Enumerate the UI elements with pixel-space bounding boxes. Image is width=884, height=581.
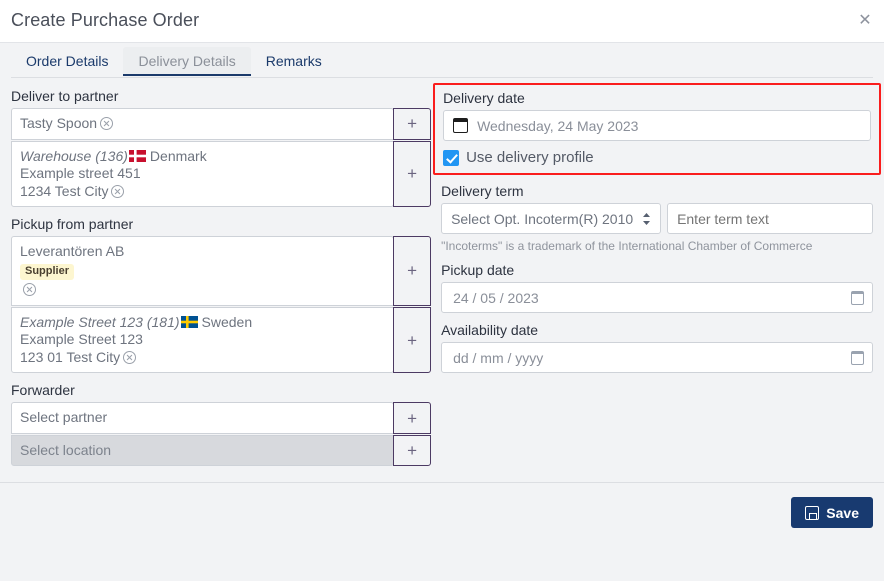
- deliver-to-location-city: 1234 Test City: [20, 182, 109, 199]
- page-title: Create Purchase Order: [11, 10, 200, 30]
- availability-date-group: Availability date dd / mm / yyyy: [441, 322, 873, 373]
- availability-date-label: Availability date: [441, 322, 539, 338]
- add-deliver-location-button[interactable]: +: [393, 140, 432, 207]
- left-column: Deliver to partner Tasty Spoon + Warehou…: [11, 88, 432, 475]
- delivery-term-group: Delivery term Select Opt. Incoterm(R) 20…: [441, 183, 873, 253]
- close-icon[interactable]: ✕: [855, 11, 875, 31]
- pickup-location-input[interactable]: Example Street 123 (181) Sweden Example S…: [11, 306, 395, 374]
- pickup-partner-row: Leverantören AB Supplier +: [11, 236, 432, 306]
- denmark-flag-icon: [128, 149, 146, 162]
- deliver-to-partner-value: Tasty Spoon: [20, 115, 98, 131]
- pickup-location-street: Example Street 123: [20, 331, 143, 348]
- sweden-flag-icon: [180, 315, 198, 328]
- pickup-location-title: Example Street 123 (181): [20, 313, 180, 330]
- delivery-term-label: Delivery term: [441, 183, 524, 199]
- modal-footer: Save: [0, 482, 884, 542]
- forwarder-location-input: Select location: [11, 434, 395, 467]
- save-button-label: Save: [826, 504, 859, 521]
- forwarder-partner-row: Select partner +: [11, 402, 432, 434]
- modal-header: Create Purchase Order ✕: [0, 0, 884, 43]
- right-column: Delivery date Wednesday, 24 May 2023 Use…: [433, 83, 881, 475]
- availability-date-input[interactable]: dd / mm / yyyy: [441, 342, 873, 373]
- pickup-date-input[interactable]: 24 / 05 / 2023: [441, 282, 873, 313]
- clear-icon[interactable]: [111, 184, 125, 198]
- add-deliver-partner-button[interactable]: +: [393, 108, 432, 140]
- delivery-date-input[interactable]: Wednesday, 24 May 2023: [443, 110, 871, 141]
- delivery-date-highlight: Delivery date Wednesday, 24 May 2023 Use…: [433, 83, 881, 175]
- availability-date-value: dd / mm / yyyy: [453, 349, 544, 366]
- tab-bar: Order Details Delivery Details Remarks: [0, 43, 884, 78]
- save-button[interactable]: Save: [791, 497, 873, 528]
- forwarder-location-row: Select location +: [11, 434, 432, 467]
- deliver-to-location-input[interactable]: Warehouse (136) Denmark Example street 45…: [11, 140, 395, 207]
- pickup-from-partner-group: Pickup from partner Leverantören AB Supp…: [11, 216, 432, 374]
- deliver-to-partner-group: Deliver to partner Tasty Spoon + Warehou…: [11, 88, 432, 207]
- pickup-partner-input[interactable]: Leverantören AB Supplier: [11, 236, 395, 306]
- modal-body: Deliver to partner Tasty Spoon + Warehou…: [0, 78, 884, 542]
- checkbox-check-icon: [443, 149, 460, 166]
- status-badge: Supplier: [20, 263, 75, 281]
- add-forwarder-partner-button[interactable]: +: [393, 402, 432, 434]
- delivery-date-label: Delivery date: [443, 90, 525, 106]
- add-pickup-partner-button[interactable]: +: [393, 236, 432, 306]
- pickup-date-label: Pickup date: [441, 262, 515, 278]
- tab-delivery-details[interactable]: Delivery Details: [123, 47, 251, 76]
- deliver-to-location-row: Warehouse (136) Denmark Example street 45…: [11, 140, 432, 207]
- clear-icon[interactable]: [100, 117, 114, 130]
- pickup-partner-value: Leverantören AB: [20, 243, 125, 259]
- pickup-from-partner-label: Pickup from partner: [11, 216, 134, 232]
- delivery-date-value: Wednesday, 24 May 2023: [477, 117, 639, 134]
- term-text-input[interactable]: [667, 203, 873, 234]
- use-delivery-profile-checkbox[interactable]: Use delivery profile: [443, 149, 871, 166]
- deliver-to-location-street: Example street 451: [20, 165, 141, 181]
- pickup-location-row: Example Street 123 (181) Sweden Example S…: [11, 306, 432, 374]
- clear-icon[interactable]: [123, 350, 137, 364]
- deliver-to-partner-label: Deliver to partner: [11, 88, 119, 104]
- deliver-to-location-country: Denmark: [149, 147, 207, 164]
- calendar-icon[interactable]: [851, 290, 864, 305]
- forwarder-group: Forwarder Select partner + Select locati…: [11, 382, 432, 467]
- clear-icon[interactable]: [23, 283, 36, 297]
- pickup-location-city: 123 01 Test City: [20, 348, 121, 365]
- chevron-updown-icon: [642, 212, 651, 226]
- incoterms-trademark-note: "Incoterms" is a trademark of the Intern…: [441, 239, 813, 253]
- add-forwarder-location-button[interactable]: +: [393, 434, 432, 467]
- deliver-to-location-title: Warehouse (136): [20, 147, 128, 164]
- tab-order-details[interactable]: Order Details: [11, 47, 123, 76]
- deliver-to-partner-row: Tasty Spoon +: [11, 108, 432, 140]
- pickup-date-value: 24 / 05 / 2023: [453, 289, 539, 306]
- incoterm-select-value: Select Opt. Incoterm(R) 2010: [451, 210, 634, 227]
- pickup-location-country: Sweden: [201, 313, 253, 330]
- tab-remarks[interactable]: Remarks: [251, 47, 337, 76]
- pickup-date-group: Pickup date 24 / 05 / 2023: [441, 262, 873, 313]
- incoterm-select[interactable]: Select Opt. Incoterm(R) 2010: [441, 203, 662, 234]
- use-delivery-profile-label: Use delivery profile: [466, 149, 594, 166]
- calendar-icon: [453, 118, 469, 133]
- calendar-icon[interactable]: [851, 350, 864, 365]
- add-pickup-location-button[interactable]: +: [393, 306, 432, 374]
- forwarder-partner-input[interactable]: Select partner: [11, 402, 395, 434]
- forwarder-label: Forwarder: [11, 382, 75, 399]
- save-disk-icon: [805, 505, 820, 520]
- deliver-to-partner-input[interactable]: Tasty Spoon: [11, 108, 395, 140]
